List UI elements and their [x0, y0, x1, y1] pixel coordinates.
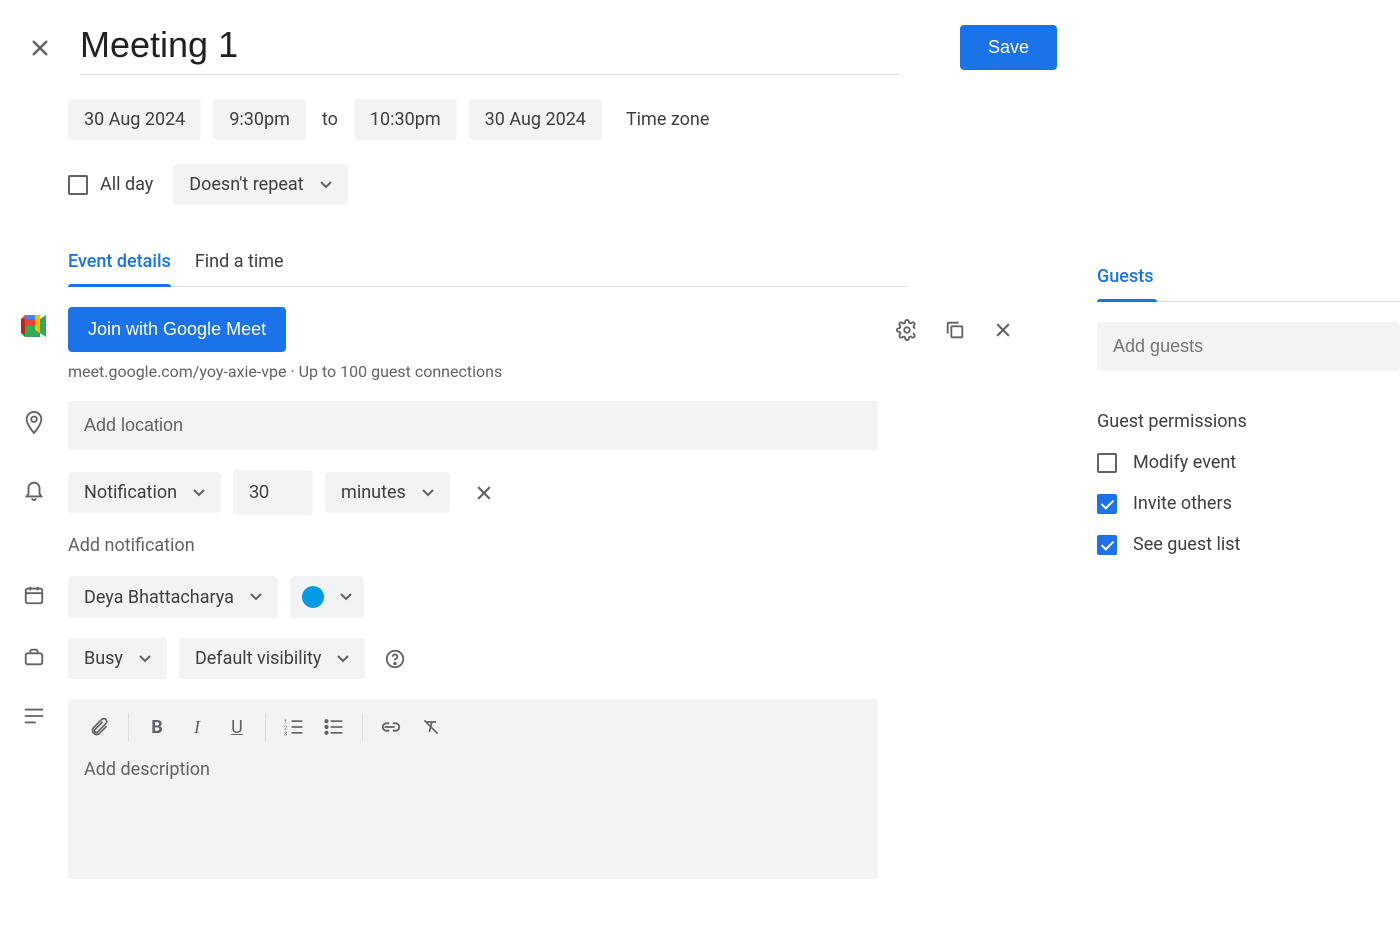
perm-seelist-checkbox[interactable] [1097, 535, 1117, 555]
notification-unit-label: minutes [341, 482, 406, 503]
meet-settings-button[interactable] [893, 316, 921, 344]
calendar-icon [23, 584, 45, 606]
color-select[interactable] [290, 576, 364, 618]
start-time[interactable]: 9:30pm [213, 99, 306, 140]
perm-modify-checkbox[interactable] [1097, 453, 1117, 473]
help-icon [384, 648, 406, 670]
remove-notification-button[interactable] [470, 479, 498, 507]
save-button[interactable]: Save [960, 25, 1057, 70]
end-time[interactable]: 10:30pm [354, 99, 457, 140]
visibility-label: Default visibility [195, 648, 321, 669]
recurrence-label: Doesn't repeat [189, 174, 303, 195]
add-guests-input[interactable] [1097, 322, 1400, 371]
guest-permissions-title: Guest permissions [1097, 411, 1400, 432]
meet-capacity-text: Up to 100 guest connections [299, 362, 503, 381]
clear-format-icon [421, 717, 441, 737]
bold-button[interactable]: B [137, 709, 177, 745]
perm-modify-label: Modify event [1133, 452, 1236, 473]
notification-unit-select[interactable]: minutes [325, 472, 450, 513]
notification-type-label: Notification [84, 482, 177, 503]
notification-value-input[interactable] [233, 470, 313, 515]
bold-icon: B [151, 717, 163, 738]
briefcase-icon [23, 646, 45, 668]
chevron-down-icon [193, 489, 205, 497]
calendar-owner-label: Deya Bhattacharya [84, 587, 234, 608]
close-icon [474, 483, 494, 503]
toolbar-separator [362, 713, 363, 741]
to-label: to [318, 109, 342, 130]
link-icon [380, 721, 402, 733]
color-swatch [302, 586, 324, 608]
end-time-label: 10:30pm [370, 109, 441, 130]
copy-icon [944, 319, 966, 341]
underline-button[interactable]: U [217, 709, 257, 745]
start-date[interactable]: 30 Aug 2024 [68, 99, 201, 140]
google-meet-icon [21, 315, 47, 337]
description-textarea[interactable]: Add description [68, 755, 878, 875]
chevron-down-icon [337, 655, 349, 663]
clear-formatting-button[interactable] [411, 709, 451, 745]
event-title-input[interactable] [80, 20, 900, 75]
meet-subtext: meet.google.com/yoy-axie-vpe · Up to 100… [68, 362, 1057, 381]
allday-checkbox[interactable] [68, 175, 88, 195]
start-date-label: 30 Aug 2024 [84, 109, 185, 130]
copy-meet-link-button[interactable] [941, 316, 969, 344]
tab-event-details[interactable]: Event details [68, 241, 171, 286]
chevron-down-icon [340, 593, 352, 601]
gear-icon [896, 319, 918, 341]
chevron-down-icon [422, 489, 434, 497]
toolbar-separator [265, 713, 266, 741]
notification-type-select[interactable]: Notification [68, 472, 221, 513]
allday-label: All day [100, 174, 153, 195]
perm-invite-label: Invite others [1133, 493, 1232, 514]
visibility-help-button[interactable] [381, 645, 409, 673]
availability-select[interactable]: Busy [68, 638, 167, 679]
recurrence-select[interactable]: Doesn't repeat [173, 164, 347, 205]
unordered-list-button[interactable] [314, 709, 354, 745]
close-button[interactable] [20, 28, 60, 68]
close-icon [28, 36, 52, 60]
tab-find-a-time[interactable]: Find a time [195, 241, 284, 286]
toolbar-separator [128, 713, 129, 741]
chevron-down-icon [139, 655, 151, 663]
end-date[interactable]: 30 Aug 2024 [469, 99, 602, 140]
bell-icon [23, 478, 45, 502]
guests-tabs: Guests [1097, 256, 1400, 302]
italic-button[interactable]: I [177, 709, 217, 745]
description-box: B I U 123 [68, 699, 878, 879]
location-pin-icon [23, 409, 45, 435]
paperclip-icon [90, 716, 110, 738]
perm-seelist-label: See guest list [1133, 534, 1240, 555]
close-icon [993, 320, 1013, 340]
ordered-list-icon: 123 [284, 718, 304, 736]
join-meet-button[interactable]: Join with Google Meet [68, 307, 286, 352]
detail-tabs: Event details Find a time [68, 241, 908, 287]
timezone-link[interactable]: Time zone [626, 109, 709, 130]
unordered-list-icon [324, 718, 344, 736]
italic-icon: I [194, 717, 200, 738]
add-notification-link[interactable]: Add notification [68, 535, 1057, 556]
remove-meet-button[interactable] [989, 316, 1017, 344]
link-button[interactable] [371, 709, 411, 745]
underline-icon: U [231, 717, 243, 738]
availability-label: Busy [84, 648, 123, 669]
meet-link-text: meet.google.com/yoy-axie-vpe [68, 362, 287, 381]
start-time-label: 9:30pm [229, 109, 290, 130]
attach-button[interactable] [80, 709, 120, 745]
tab-guests[interactable]: Guests [1097, 256, 1153, 301]
chevron-down-icon [250, 593, 262, 601]
ordered-list-button[interactable]: 123 [274, 709, 314, 745]
visibility-select[interactable]: Default visibility [179, 638, 365, 679]
perm-invite-checkbox[interactable] [1097, 494, 1117, 514]
chevron-down-icon [320, 181, 332, 189]
svg-text:3: 3 [284, 731, 287, 736]
text-lines-icon [23, 707, 45, 725]
description-toolbar: B I U 123 [68, 699, 878, 755]
calendar-owner-select[interactable]: Deya Bhattacharya [68, 576, 278, 618]
location-input[interactable] [68, 401, 878, 450]
end-date-label: 30 Aug 2024 [485, 109, 586, 130]
